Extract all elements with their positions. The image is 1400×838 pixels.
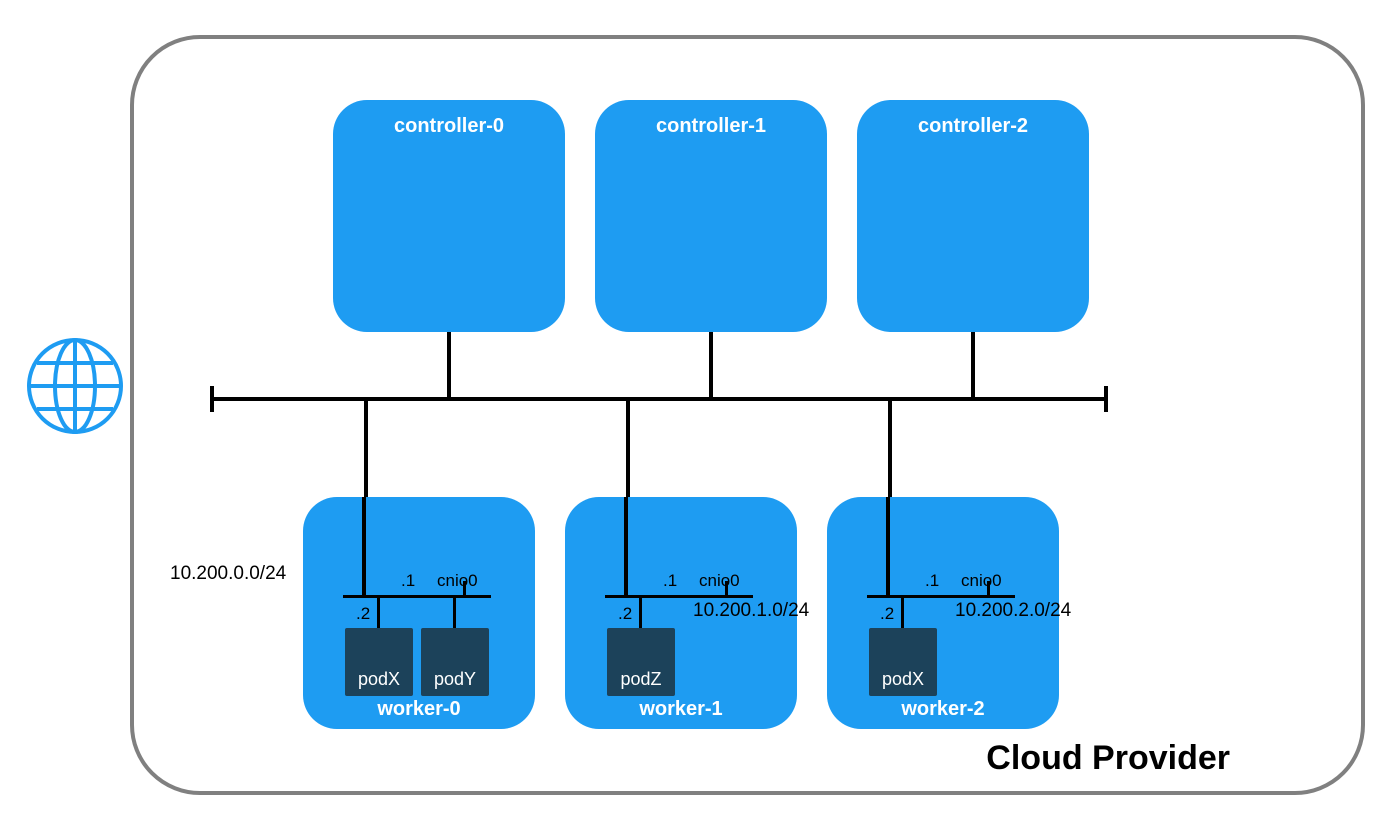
pod-link — [377, 597, 380, 629]
controller-link — [971, 332, 975, 399]
gateway-octet: .1 — [925, 571, 939, 591]
diagram-stage: Cloud Provider controller-0 controller-1… — [0, 0, 1400, 838]
controller-name: controller-2 — [857, 115, 1089, 138]
pod-octet: .2 — [880, 604, 894, 624]
gateway-octet: .1 — [663, 571, 677, 591]
worker-inner-link — [362, 497, 366, 597]
worker-inner-bus — [605, 595, 753, 598]
pod-octet: .2 — [618, 604, 632, 624]
worker-name: worker-2 — [827, 698, 1059, 721]
worker-name: worker-0 — [303, 698, 535, 721]
controller-name: controller-1 — [595, 115, 827, 138]
pod-box: podX — [869, 628, 937, 696]
pod-box: podY — [421, 628, 489, 696]
worker-cidr: 10.200.2.0/24 — [955, 600, 1071, 622]
controller-name: controller-0 — [333, 115, 565, 138]
worker-node: .1 cnio0 .2 podX podY worker-0 — [303, 497, 535, 729]
worker-cidr: 10.200.1.0/24 — [693, 600, 809, 622]
pod-name: podX — [882, 669, 924, 690]
pod-box: podX — [345, 628, 413, 696]
controller-node: controller-1 — [595, 100, 827, 332]
worker-inner-bus — [343, 595, 491, 598]
worker-link — [364, 399, 368, 497]
pod-link — [639, 597, 642, 629]
worker-inner-link — [886, 497, 890, 597]
worker-inner-link — [624, 497, 628, 597]
worker-name: worker-1 — [565, 698, 797, 721]
bridge-name: cnio0 — [437, 571, 478, 591]
pod-name: podY — [434, 669, 476, 690]
controller-link — [709, 332, 713, 399]
pod-box: podZ — [607, 628, 675, 696]
bridge-name: cnio0 — [699, 571, 740, 591]
controller-link — [447, 332, 451, 399]
worker-cidr: 10.200.0.0/24 — [170, 563, 286, 585]
globe-icon — [25, 336, 125, 436]
bridge-name: cnio0 — [961, 571, 1002, 591]
pod-name: podX — [358, 669, 400, 690]
worker-link — [626, 399, 630, 497]
worker-inner-bus — [867, 595, 1015, 598]
worker-link — [888, 399, 892, 497]
cloud-provider-label: Cloud Provider — [986, 739, 1230, 778]
backbone-end-tick — [210, 386, 214, 412]
gateway-octet: .1 — [401, 571, 415, 591]
controller-node: controller-2 — [857, 100, 1089, 332]
backbone-end-tick — [1104, 386, 1108, 412]
pod-link — [453, 597, 456, 629]
controller-node: controller-0 — [333, 100, 565, 332]
pod-name: podZ — [620, 669, 661, 690]
pod-link — [901, 597, 904, 629]
pod-octet: .2 — [356, 604, 370, 624]
